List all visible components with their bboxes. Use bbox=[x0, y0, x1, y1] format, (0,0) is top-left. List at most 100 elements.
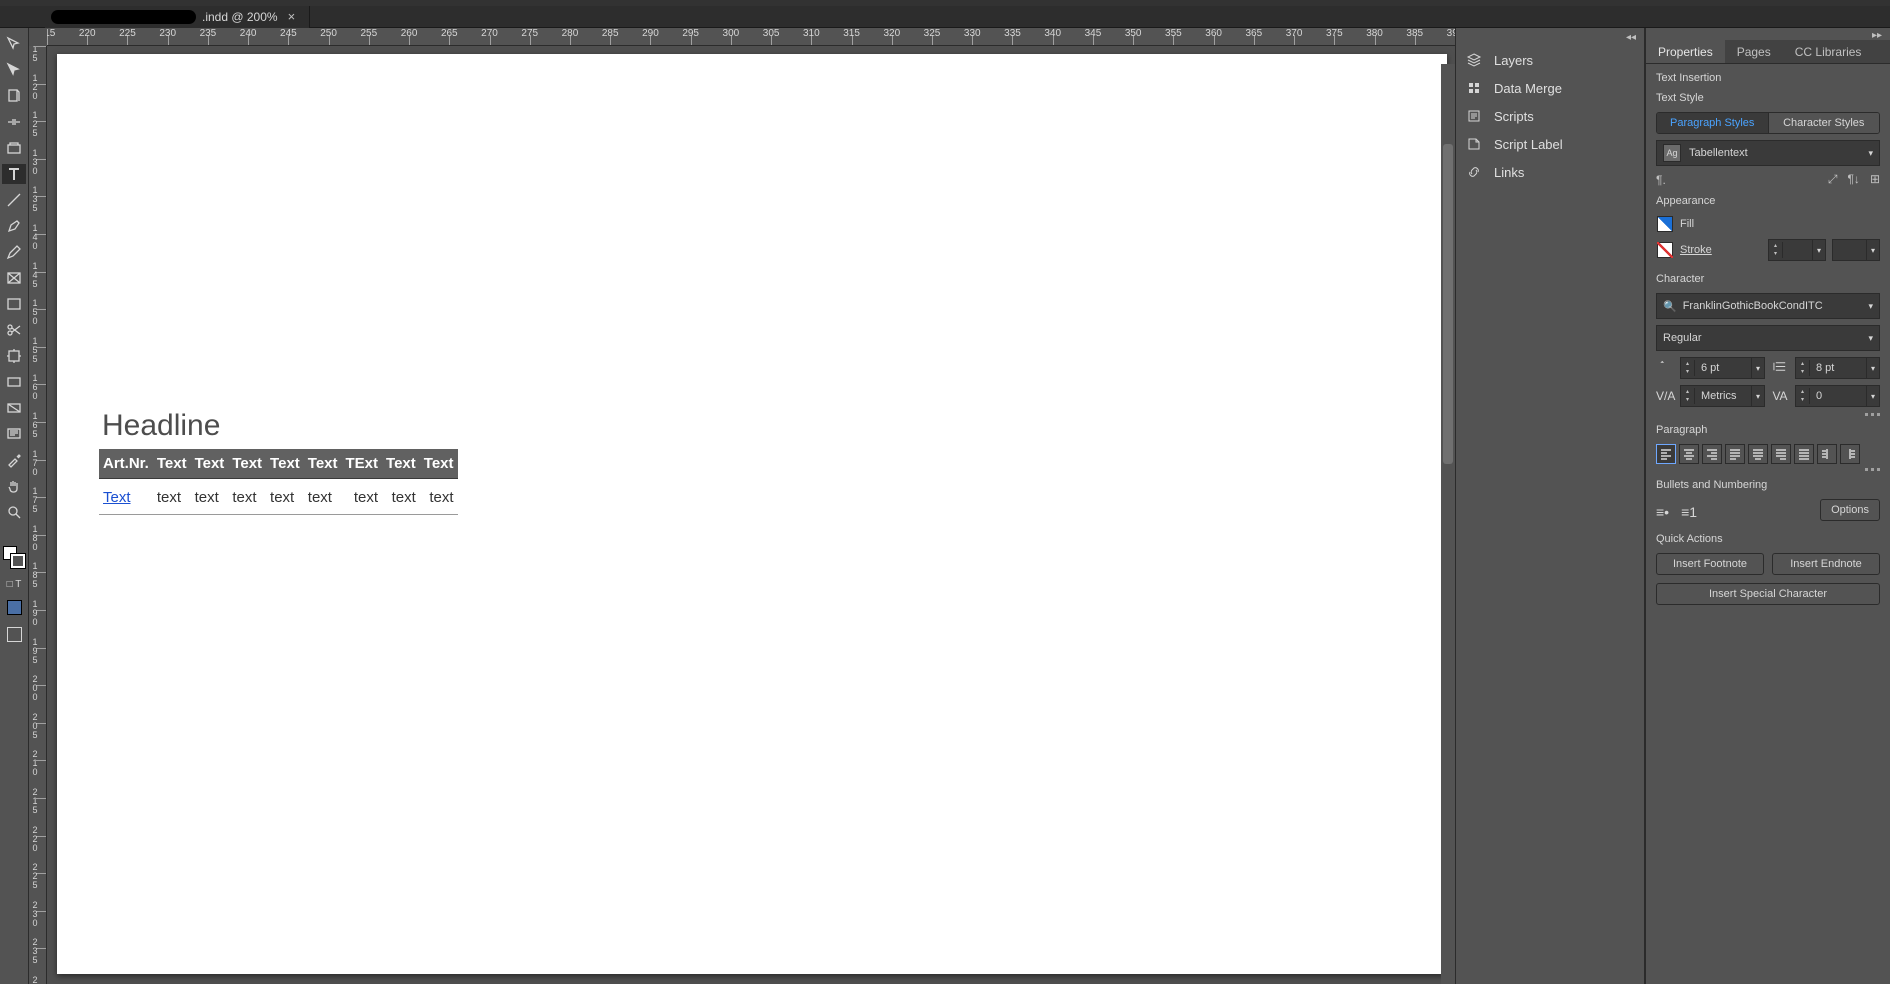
direct-selection-tool[interactable] bbox=[2, 60, 26, 80]
panel-dock: ◂◂ Layers Data Merge Scripts Script Label Li… bbox=[1455, 28, 1645, 984]
headline-text[interactable]: Headline bbox=[102, 409, 220, 443]
data-table[interactable]: Art.Nr.TextTextTextTextTextTExtTextText … bbox=[99, 449, 458, 515]
numbered-list-icon[interactable]: ≡1 bbox=[1681, 504, 1697, 520]
selection-tool[interactable] bbox=[2, 34, 26, 54]
close-tab-icon[interactable]: × bbox=[288, 9, 296, 24]
table-cell[interactable]: text bbox=[266, 479, 304, 515]
leading-field[interactable]: ▴▾8 pt▾ bbox=[1795, 357, 1880, 379]
type-tool[interactable] bbox=[2, 164, 26, 184]
pen-tool[interactable] bbox=[2, 216, 26, 236]
table-cell[interactable]: text bbox=[420, 479, 458, 515]
content-collector-tool[interactable] bbox=[2, 138, 26, 158]
scissors-tool[interactable] bbox=[2, 320, 26, 340]
stroke-swatch-icon[interactable] bbox=[1657, 242, 1673, 258]
fill-stroke-swatches[interactable] bbox=[3, 546, 25, 568]
document-tab[interactable]: .indd @ 200% × bbox=[45, 6, 310, 28]
justify-center-button[interactable] bbox=[1748, 444, 1768, 464]
fill-swatch-icon[interactable] bbox=[1657, 216, 1673, 232]
hand-tool[interactable] bbox=[2, 476, 26, 496]
gradient-swatch-tool[interactable] bbox=[2, 372, 26, 392]
panel-scriptlabel[interactable]: Script Label bbox=[1456, 130, 1644, 158]
table-cell[interactable]: text bbox=[382, 479, 420, 515]
panel-links[interactable]: Links bbox=[1456, 158, 1644, 186]
stroke-weight-field[interactable]: ▴▾▾ bbox=[1768, 239, 1826, 261]
font-family-value: FranklinGothicBookCondITC bbox=[1683, 300, 1823, 312]
more-options-icon[interactable] bbox=[1656, 468, 1880, 471]
table-cell[interactable]: text bbox=[342, 479, 383, 515]
table-cell[interactable]: text bbox=[304, 479, 342, 515]
filename-redacted bbox=[51, 10, 196, 24]
panel-label: Data Merge bbox=[1494, 81, 1562, 96]
tracking-field[interactable]: ▴▾0▾ bbox=[1795, 385, 1880, 407]
stroke-style-field[interactable]: ▾ bbox=[1832, 239, 1880, 261]
note-tool[interactable] bbox=[2, 424, 26, 444]
rectangle-tool[interactable] bbox=[2, 294, 26, 314]
stroke-label[interactable]: Stroke bbox=[1680, 244, 1712, 256]
horizontal-ruler[interactable]: 2152202252302352402452502552602652702752… bbox=[47, 28, 1455, 46]
paragraph-style-value: Tabellentext bbox=[1689, 147, 1748, 159]
insert-endnote-button[interactable]: Insert Endnote bbox=[1772, 553, 1880, 575]
tab-cc-libraries[interactable]: CC Libraries bbox=[1783, 40, 1874, 63]
page-tool[interactable] bbox=[2, 86, 26, 106]
vertical-scrollbar[interactable] bbox=[1441, 64, 1455, 984]
apply-color-icon[interactable] bbox=[7, 600, 22, 615]
panel-label: Script Label bbox=[1494, 137, 1563, 152]
vertical-ruler[interactable]: 1 1 51 2 01 2 51 3 01 3 51 4 01 4 51 5 0… bbox=[29, 46, 47, 984]
font-family-dropdown[interactable]: 🔍 FranklinGothicBookCondITC ▾ bbox=[1656, 293, 1880, 319]
align-center-button[interactable] bbox=[1679, 444, 1699, 464]
new-style-icon[interactable]: ⤢ bbox=[1828, 172, 1838, 187]
bullets-title: Bullets and Numbering bbox=[1656, 479, 1880, 491]
panel-scripts[interactable]: Scripts bbox=[1456, 102, 1644, 130]
gap-tool[interactable] bbox=[2, 112, 26, 132]
paragraph-style-dropdown[interactable]: Ag Tabellentext ▾ bbox=[1656, 140, 1880, 166]
chevron-down-icon: ▾ bbox=[1868, 148, 1873, 159]
panel-label: Links bbox=[1494, 165, 1524, 180]
bulleted-list-icon[interactable]: ≡• bbox=[1656, 504, 1669, 520]
free-transform-tool[interactable] bbox=[2, 346, 26, 366]
table-cell[interactable]: text bbox=[153, 479, 191, 515]
clear-override-icon[interactable]: ¶↓ bbox=[1847, 172, 1859, 187]
align-toward-spine-button[interactable] bbox=[1817, 444, 1837, 464]
dock-collapse-icon[interactable]: ◂◂ bbox=[1456, 32, 1644, 46]
insert-special-char-button[interactable]: Insert Special Character bbox=[1656, 583, 1880, 605]
kerning-field[interactable]: ▴▾Metrics▾ bbox=[1680, 385, 1765, 407]
pencil-tool[interactable] bbox=[2, 242, 26, 262]
tab-pages[interactable]: Pages bbox=[1725, 40, 1783, 63]
tab-properties[interactable]: Properties bbox=[1646, 40, 1725, 63]
leading-icon bbox=[1771, 359, 1789, 377]
panel-datamerge[interactable]: Data Merge bbox=[1456, 74, 1644, 102]
table-cell[interactable]: Text bbox=[99, 479, 153, 515]
insert-footnote-button[interactable]: Insert Footnote bbox=[1656, 553, 1764, 575]
table-cell[interactable]: text bbox=[228, 479, 266, 515]
line-tool[interactable] bbox=[2, 190, 26, 210]
pilcrow-icon[interactable]: ¶. bbox=[1656, 173, 1666, 187]
appearance-title: Appearance bbox=[1656, 195, 1880, 207]
bullets-options-button[interactable]: Options bbox=[1820, 499, 1880, 521]
character-styles-tab[interactable]: Character Styles bbox=[1768, 113, 1880, 133]
gradient-feather-tool[interactable] bbox=[2, 398, 26, 418]
font-size-field[interactable]: ▴▾6 pt▾ bbox=[1680, 357, 1765, 379]
screen-mode-icon[interactable] bbox=[7, 627, 22, 642]
font-size-icon bbox=[1656, 359, 1674, 377]
rectangle-frame-tool[interactable] bbox=[2, 268, 26, 288]
format-container-icon[interactable]: □ T bbox=[2, 574, 26, 594]
more-options-icon[interactable] bbox=[1656, 413, 1880, 416]
table-cell[interactable]: text bbox=[191, 479, 229, 515]
align-away-spine-button[interactable] bbox=[1840, 444, 1860, 464]
font-weight-dropdown[interactable]: Regular ▾ bbox=[1656, 325, 1880, 351]
eyedropper-tool[interactable] bbox=[2, 450, 26, 470]
align-left-button[interactable] bbox=[1656, 444, 1676, 464]
document-area[interactable]: Headline Art.Nr.TextTextTextTextTextTExt… bbox=[47, 46, 1455, 984]
justify-left-button[interactable] bbox=[1725, 444, 1745, 464]
justify-right-button[interactable] bbox=[1771, 444, 1791, 464]
align-right-button[interactable] bbox=[1702, 444, 1722, 464]
zoom-tool[interactable] bbox=[2, 502, 26, 522]
table-header: TExt bbox=[342, 449, 383, 479]
paragraph-styles-tab[interactable]: Paragraph Styles bbox=[1657, 113, 1768, 133]
toolbox: □ T bbox=[0, 28, 29, 984]
style-options-icon[interactable]: ⊞ bbox=[1870, 172, 1880, 187]
props-collapse-icon[interactable]: ▸▸ bbox=[1646, 28, 1890, 40]
justify-all-button[interactable] bbox=[1794, 444, 1814, 464]
panel-layers[interactable]: Layers bbox=[1456, 46, 1644, 74]
align-buttons bbox=[1656, 444, 1880, 464]
